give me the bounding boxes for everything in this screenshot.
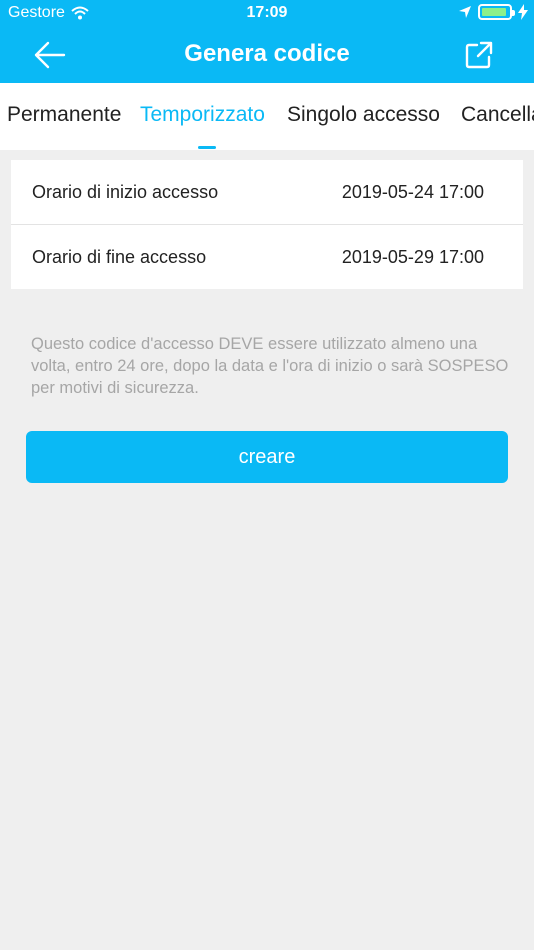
start-time-row[interactable]: Orario di inizio accesso 2019-05-24 17:0… bbox=[11, 160, 523, 224]
active-tab-indicator bbox=[198, 146, 216, 149]
location-arrow-icon bbox=[459, 6, 471, 18]
start-time-value: 2019-05-24 17:00 bbox=[341, 182, 484, 202]
status-bar: Gestore 17:09 bbox=[0, 0, 534, 28]
end-time-value: 2019-05-29 17:00 bbox=[341, 247, 484, 267]
battery-level bbox=[482, 8, 506, 16]
app-screen: Gestore 17:09 Genera codice Permanente T… bbox=[0, 0, 534, 950]
end-time-label: Orario di fine accesso bbox=[32, 247, 207, 267]
time-range-card: Orario di inizio accesso 2019-05-24 17:0… bbox=[11, 160, 523, 289]
tab-temporizzato[interactable]: Temporizzato bbox=[140, 103, 265, 127]
page-title: Genera codice bbox=[184, 40, 350, 67]
tab-cancella[interactable]: Cancella bbox=[461, 103, 534, 127]
share-button[interactable] bbox=[464, 40, 494, 70]
create-button[interactable]: creare bbox=[26, 431, 508, 483]
nav-bar: Genera codice bbox=[0, 28, 534, 83]
external-link-icon bbox=[465, 41, 493, 69]
start-time-label: Orario di inizio accesso bbox=[32, 182, 219, 202]
end-time-row[interactable]: Orario di fine accesso 2019-05-29 17:00 bbox=[11, 224, 523, 288]
battery-icon bbox=[478, 4, 515, 20]
notice-text: Questo codice d'accesso DEVE essere util… bbox=[31, 335, 509, 397]
charging-bolt-icon bbox=[518, 4, 528, 20]
status-right bbox=[458, 4, 528, 20]
tab-bar: Permanente Temporizzato Singolo accesso … bbox=[0, 83, 534, 150]
status-time: 17:09 bbox=[246, 4, 288, 21]
tab-permanente[interactable]: Permanente bbox=[7, 103, 121, 127]
tab-singolo-accesso[interactable]: Singolo accesso bbox=[287, 103, 440, 127]
